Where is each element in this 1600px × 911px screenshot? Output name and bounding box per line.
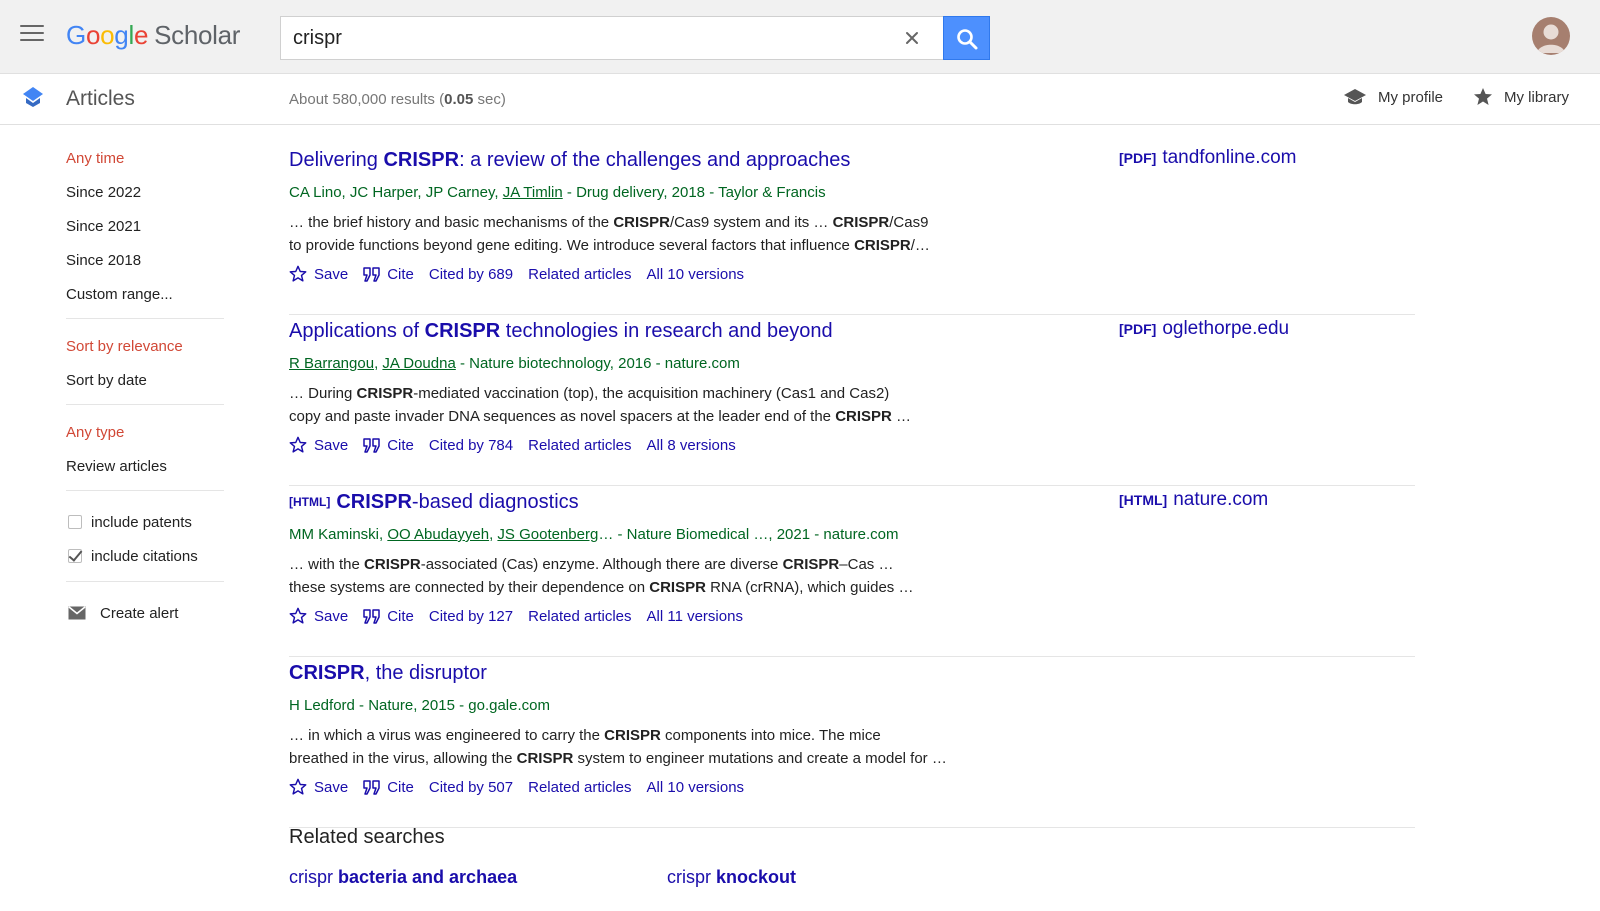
graduation-cap-icon (1344, 89, 1366, 105)
include-patents-checkbox[interactable]: include patents (66, 505, 224, 539)
type-any[interactable]: Any type (66, 419, 224, 453)
avatar-icon (1537, 24, 1565, 53)
google-scholar-logo[interactable]: Google Scholar (66, 20, 240, 51)
result-title-link[interactable]: [HTML] CRISPR-based diagnostics (289, 491, 579, 514)
result-actions: Save Cite Cited by 127 Related articles … (289, 607, 758, 625)
pdf-source-link[interactable]: [PDF] oglethorpe.edu (1119, 318, 1289, 340)
filter-since-2018[interactable]: Since 2018 (66, 247, 224, 281)
filter-since-2022[interactable]: Since 2022 (66, 179, 224, 213)
result-actions: Save Cite Cited by 784 Related articles … (289, 436, 751, 454)
filter-custom-range[interactable]: Custom range... (66, 281, 224, 315)
save-star-icon (289, 778, 307, 795)
result-item: Applications of CRISPR technologies in r… (289, 315, 1415, 486)
star-icon (1474, 88, 1492, 105)
cite-button[interactable]: Cite (363, 779, 414, 796)
checkbox-checked[interactable] (68, 549, 82, 563)
mail-icon (68, 606, 86, 620)
results-count: About 580,000 results (0.05 sec) (289, 91, 506, 108)
search-button[interactable] (943, 16, 990, 60)
cite-button[interactable]: Cite (363, 266, 414, 283)
cited-by-link[interactable]: Cited by 689 (429, 266, 513, 283)
related-searches-title: Related searches (289, 826, 445, 848)
results-list: Delivering CRISPR: a review of the chall… (289, 144, 1415, 828)
result-actions: Save Cite Cited by 507 Related articles … (289, 778, 759, 796)
pdf-source-link[interactable]: [PDF] tandfonline.com (1119, 147, 1296, 169)
sort-by-date[interactable]: Sort by date (66, 367, 224, 401)
author-link[interactable]: JS Gootenberg (497, 526, 598, 543)
result-item: Delivering CRISPR: a review of the chall… (289, 144, 1415, 315)
related-articles-link[interactable]: Related articles (528, 779, 631, 796)
avatar[interactable] (1532, 17, 1570, 55)
cite-quote-icon (363, 779, 380, 795)
cited-by-link[interactable]: Cited by 127 (429, 608, 513, 625)
cited-by-link[interactable]: Cited by 507 (429, 779, 513, 796)
section-title: Articles (66, 87, 135, 110)
related-articles-link[interactable]: Related articles (528, 437, 631, 454)
divider (66, 581, 224, 582)
result-snippet: … with the CRISPR-associated (Cas) enzym… (289, 556, 914, 596)
result-title-link[interactable]: Applications of CRISPR technologies in r… (289, 320, 833, 343)
all-versions-link[interactable]: All 11 versions (647, 608, 743, 625)
divider (66, 318, 224, 319)
include-citations-checkbox[interactable]: include citations (66, 539, 224, 573)
search-input[interactable] (291, 17, 871, 59)
save-star-icon (289, 265, 307, 282)
divider (66, 404, 224, 405)
divider (66, 490, 224, 491)
filter-any-time[interactable]: Any time (66, 145, 224, 179)
all-versions-link[interactable]: All 10 versions (647, 266, 745, 283)
result-item: CRISPR, the disruptor H Ledford - Nature… (289, 657, 1415, 828)
save-star-icon (289, 436, 307, 453)
result-item: [HTML] CRISPR-based diagnostics MM Kamins… (289, 486, 1415, 657)
my-library-link[interactable]: My library (1473, 87, 1569, 107)
html-source-link[interactable]: [HTML] nature.com (1119, 489, 1268, 511)
result-authors: MM Kaminski, OO Abudayyeh, JS Gootenberg… (289, 526, 899, 543)
result-title-link[interactable]: Delivering CRISPR: a review of the chall… (289, 149, 850, 172)
my-profile-link[interactable]: My profile (1343, 87, 1443, 107)
sub-header: Articles About 580,000 results (0.05 sec… (0, 74, 1600, 125)
cited-by-link[interactable]: Cited by 784 (429, 437, 513, 454)
result-authors: H Ledford - Nature, 2015 - go.gale.com (289, 697, 550, 714)
result-snippet: … During CRISPR-mediated vaccination (to… (289, 385, 912, 425)
search-icon (957, 29, 978, 50)
all-versions-link[interactable]: All 8 versions (647, 437, 736, 454)
result-snippet: … the brief history and basic mechanisms… (289, 214, 930, 254)
articles-icon (23, 87, 43, 107)
cite-button[interactable]: Cite (363, 437, 414, 454)
related-searches: Related searches crispr bacteria and arc… (289, 826, 796, 887)
cite-quote-icon (363, 437, 380, 453)
menu-icon[interactable] (20, 25, 44, 45)
save-button[interactable]: Save (289, 265, 348, 283)
save-button[interactable]: Save (289, 436, 348, 454)
type-review-articles[interactable]: Review articles (66, 453, 224, 487)
save-button[interactable]: Save (289, 607, 348, 625)
cite-quote-icon (363, 608, 380, 624)
top-bar: Google Scholar (0, 0, 1600, 74)
author-link[interactable]: JA Timlin (503, 184, 563, 201)
result-snippet: … in which a virus was engineered to car… (289, 727, 947, 767)
author-link[interactable]: JA Doudna (382, 355, 455, 372)
sort-by-relevance[interactable]: Sort by relevance (66, 333, 224, 367)
result-actions: Save Cite Cited by 689 Related articles … (289, 265, 759, 283)
related-search-link[interactable]: crispr bacteria and archaea (289, 867, 517, 888)
cite-button[interactable]: Cite (363, 608, 414, 625)
result-authors: CA Lino, JC Harper, JP Carney, JA Timlin… (289, 184, 826, 201)
filter-since-2021[interactable]: Since 2021 (66, 213, 224, 247)
result-authors: R Barrangou, JA Doudna - Nature biotechn… (289, 355, 740, 372)
result-title-link[interactable]: CRISPR, the disruptor (289, 662, 487, 685)
create-alert-button[interactable]: Create alert (66, 596, 224, 630)
save-button[interactable]: Save (289, 778, 348, 796)
filter-sidebar: Any time Since 2022 Since 2021 Since 201… (66, 145, 224, 630)
cite-quote-icon (363, 266, 380, 282)
checkbox-unchecked[interactable] (68, 515, 82, 529)
related-articles-link[interactable]: Related articles (528, 266, 631, 283)
all-versions-link[interactable]: All 10 versions (647, 779, 745, 796)
search-box (280, 16, 944, 60)
author-link[interactable]: R Barrangou (289, 355, 374, 372)
related-search-link[interactable]: crispr knockout (667, 867, 796, 888)
clear-icon[interactable] (903, 29, 921, 47)
author-link[interactable]: OO Abudayyeh (387, 526, 489, 543)
save-star-icon (289, 607, 307, 624)
related-articles-link[interactable]: Related articles (528, 608, 631, 625)
